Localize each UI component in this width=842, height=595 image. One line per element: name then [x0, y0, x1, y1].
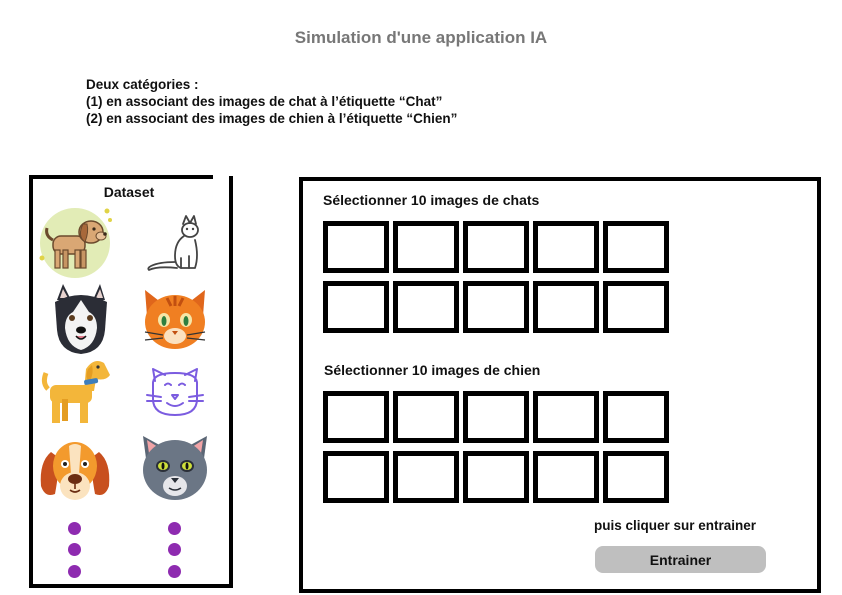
dataset-image-yellow-dog[interactable] — [40, 355, 116, 431]
dataset-image-purple-cat[interactable] — [137, 355, 213, 431]
yellow-dog-icon — [41, 361, 110, 423]
dataset-image-grey-cat[interactable] — [137, 430, 213, 506]
dataset-image-cat[interactable] — [137, 206, 213, 282]
dog-image-slot[interactable] — [323, 451, 389, 503]
instructions-line-2: (1) en associant des images de chat à l’… — [86, 94, 443, 109]
dog-icon — [39, 208, 112, 278]
cat-image-slot[interactable] — [323, 221, 389, 273]
dog-image-slot[interactable] — [603, 451, 669, 503]
more-images-dot — [68, 543, 81, 556]
cat-outline-icon — [147, 215, 199, 271]
more-images-dot — [168, 522, 181, 535]
dog-image-slot[interactable] — [603, 391, 669, 443]
dog-image-slot[interactable] — [533, 451, 599, 503]
cat-image-slot[interactable] — [393, 281, 459, 333]
dogs-section-label: Sélectionner 10 images de chien — [324, 362, 541, 378]
dog-image-slot[interactable] — [463, 391, 529, 443]
cat-image-slot[interactable] — [533, 281, 599, 333]
dog-image-slot[interactable] — [323, 391, 389, 443]
husky-icon — [55, 284, 107, 354]
instructions-line-3: (2) en associant des images de chien à l… — [86, 111, 458, 126]
cats-section-label: Sélectionner 10 images de chats — [323, 192, 540, 208]
train-hint: puis cliquer sur entrainer — [594, 518, 757, 533]
dataset-image-husky[interactable] — [43, 280, 119, 356]
more-images-dot — [168, 565, 181, 578]
cat-image-slot[interactable] — [603, 221, 669, 273]
beagle-icon — [40, 442, 110, 500]
more-images-dot — [68, 565, 81, 578]
dog-image-slot[interactable] — [393, 391, 459, 443]
dataset-image-orange-cat[interactable] — [137, 280, 213, 356]
cat-image-slot[interactable] — [603, 281, 669, 333]
page-title: Simulation d'une application IA — [294, 28, 548, 47]
cat-image-slot[interactable] — [323, 281, 389, 333]
cat-image-slot[interactable] — [533, 221, 599, 273]
cat-image-slot[interactable] — [463, 281, 529, 333]
purple-cat-icon — [146, 368, 204, 416]
cat-image-slot[interactable] — [463, 221, 529, 273]
more-images-dot — [68, 522, 81, 535]
more-images-dot — [168, 543, 181, 556]
train-button[interactable]: Entrainer — [595, 546, 766, 573]
dataset-image-beagle[interactable] — [37, 432, 113, 508]
instructions-line-1: Deux catégories : — [86, 77, 199, 92]
dog-image-slot[interactable] — [393, 451, 459, 503]
dog-image-slot[interactable] — [533, 391, 599, 443]
dataset-title: Dataset — [103, 184, 155, 200]
dog-image-slot[interactable] — [463, 451, 529, 503]
grey-cat-icon — [143, 436, 207, 500]
dataset-image-dog[interactable] — [37, 206, 113, 282]
instructions: Deux catégories : (1) en associant des i… — [86, 76, 457, 127]
cat-image-slot[interactable] — [393, 221, 459, 273]
orange-cat-icon — [144, 290, 206, 349]
